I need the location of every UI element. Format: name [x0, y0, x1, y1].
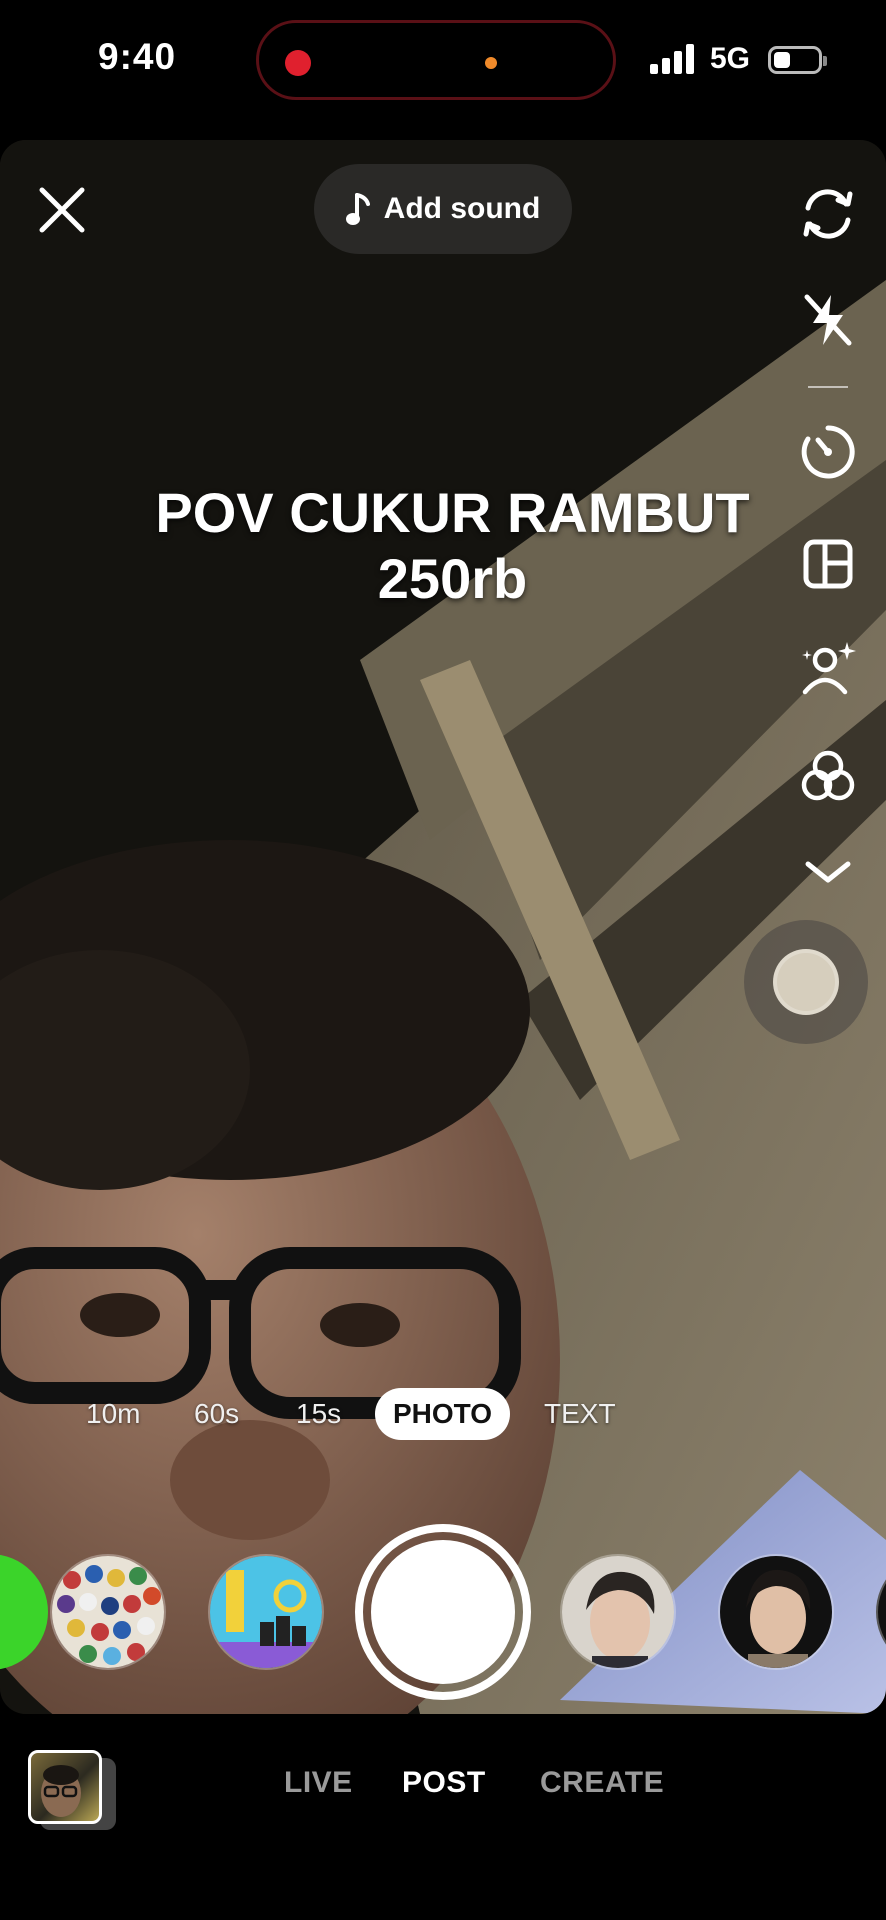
filters-icon: [801, 750, 855, 801]
floating-shutter-core: [773, 949, 839, 1015]
gallery-button[interactable]: [28, 1750, 102, 1824]
music-note-icon: [345, 193, 370, 225]
camera-viewport[interactable]: Add sound POV CUKUR RAMBUT 250rb 10m 60s…: [0, 140, 886, 1714]
timer-icon: [801, 425, 855, 479]
effect-portrait-1-thumbnail: [562, 1556, 674, 1668]
recording-dot-icon: [285, 50, 311, 76]
flip-camera-button[interactable]: [796, 182, 860, 246]
capture-button-core: [371, 1540, 515, 1684]
retouch-icon: [802, 642, 856, 695]
capture-button[interactable]: [355, 1524, 531, 1700]
effect-partial[interactable]: [876, 1554, 886, 1670]
network-type: 5G: [710, 42, 751, 75]
tools-divider: [808, 386, 848, 388]
mode-10m[interactable]: 10m: [86, 1388, 140, 1440]
mode-60s[interactable]: 60s: [194, 1388, 239, 1440]
effect-portrait-2-thumbnail: [720, 1556, 832, 1668]
tab-post[interactable]: POST: [402, 1766, 486, 1800]
mode-photo[interactable]: PHOTO: [375, 1388, 511, 1440]
effect-destined-lover-thumbnail: [210, 1556, 322, 1668]
filters-button[interactable]: [796, 744, 860, 808]
add-sound-label: Add sound: [383, 192, 541, 225]
camera-preview-image: [0, 140, 886, 1714]
flash-off-icon: [804, 294, 852, 346]
camera-indicator-icon: [485, 57, 497, 69]
effect-portrait-1[interactable]: [560, 1554, 676, 1670]
floating-shutter-button[interactable]: [744, 920, 868, 1044]
tab-live[interactable]: LIVE: [284, 1766, 353, 1800]
caption-line-2: 250rb: [377, 547, 528, 610]
caption-line-1: POV CUKUR RAMBUT: [155, 481, 750, 544]
mode-selector: 10m 60s 15s PHOTO TEXT: [0, 1388, 886, 1440]
dynamic-island: [256, 20, 616, 100]
mode-text[interactable]: TEXT: [544, 1388, 616, 1440]
close-icon[interactable]: [36, 184, 88, 236]
status-bar: 9:40 5G: [0, 0, 886, 120]
timer-button[interactable]: [796, 420, 860, 484]
effects-carousel: [0, 1508, 886, 1708]
flash-button[interactable]: [796, 288, 860, 352]
status-time: 9:40: [98, 36, 177, 77]
gallery-thumbnail: [41, 1765, 81, 1817]
retouch-button[interactable]: [796, 636, 860, 700]
effect-green[interactable]: [0, 1554, 48, 1670]
signal-icon: [650, 44, 694, 74]
flip-camera-icon: [803, 189, 853, 239]
effect-crowd-thumbnail: [52, 1556, 164, 1668]
effect-destined-lover[interactable]: [208, 1554, 324, 1670]
battery-icon: [768, 46, 827, 74]
tab-create[interactable]: CREATE: [540, 1766, 664, 1800]
effect-portrait-2[interactable]: [718, 1554, 834, 1670]
chevron-down-icon: [805, 861, 851, 883]
more-tools-button[interactable]: [796, 840, 860, 904]
add-sound-button[interactable]: Add sound: [314, 164, 572, 254]
bottom-nav: LIVE POST CREATE: [0, 1714, 886, 1920]
mode-15s[interactable]: 15s: [296, 1388, 341, 1440]
effect-crowd[interactable]: [50, 1554, 166, 1670]
caption-text[interactable]: POV CUKUR RAMBUT 250rb: [0, 480, 886, 612]
